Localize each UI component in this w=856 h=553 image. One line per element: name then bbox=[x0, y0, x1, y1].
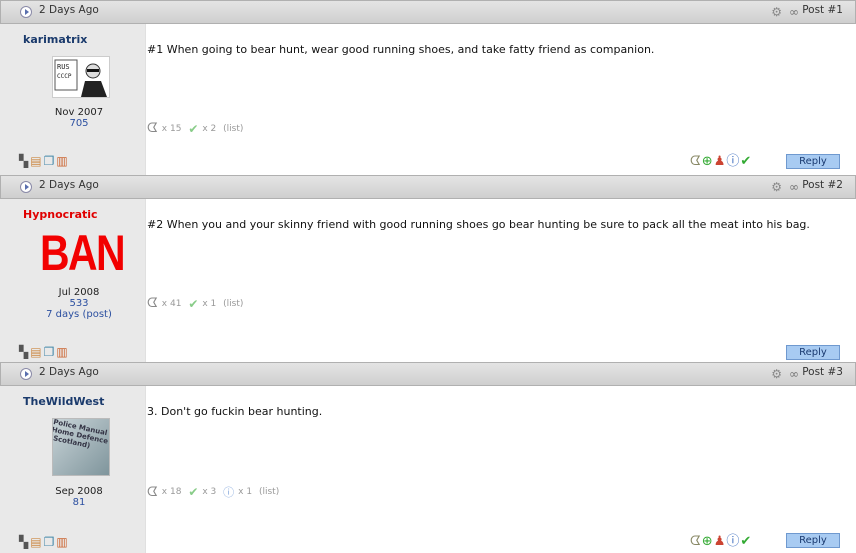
post-header: 2 Days Ago ⚙ ∞ Post #3 bbox=[0, 362, 856, 386]
reply-button[interactable]: Reply bbox=[786, 154, 840, 169]
ban-duration[interactable]: 7 days (post) bbox=[0, 309, 158, 320]
post-message: 3. Don't go fuckin bear hunting. bbox=[147, 405, 323, 418]
thanks-list-link[interactable]: (list) bbox=[223, 124, 243, 134]
avatar: BAN bbox=[40, 225, 126, 281]
footer-icons: ▚ ▤ ❐ ▥ bbox=[19, 346, 70, 358]
footer-icons: ▚ ▤ ❐ ▥ bbox=[19, 536, 70, 548]
post-number-link[interactable]: Post #3 bbox=[802, 366, 843, 378]
windows-icon[interactable]: ❐ bbox=[44, 535, 55, 549]
post-header: 2 Days Ago ⚙ ∞ Post #2 bbox=[0, 175, 856, 199]
user-info: Jul 2008 533 7 days (post) bbox=[0, 287, 158, 320]
post-count[interactable]: 705 bbox=[0, 118, 158, 129]
post-date: 2 Days Ago bbox=[39, 4, 99, 16]
post-actions: ᗧ⊕♟ⓘ✔ bbox=[690, 155, 752, 168]
thanks-bar: ᗧx 18 ✔ x 3 ⓘ x 1 (list) bbox=[147, 484, 283, 500]
ban-avatar-text: BAN bbox=[40, 225, 126, 281]
agree-count: x 2 bbox=[202, 123, 217, 134]
avatar: Police Manual Home Defence (Scotland) bbox=[52, 418, 110, 476]
post-3: 2 Days Ago ⚙ ∞ Post #3 TheWildWest Polic… bbox=[0, 362, 856, 553]
notes-icon[interactable]: ▥ bbox=[56, 345, 67, 359]
add-icon[interactable]: ⊕ bbox=[702, 534, 713, 549]
post-date: 2 Days Ago bbox=[39, 366, 99, 378]
post-message: #1 When going to bear hunt, wear good ru… bbox=[147, 43, 655, 56]
svg-text:CCCP: CCCP bbox=[57, 73, 72, 80]
post-number-link[interactable]: Post #2 bbox=[802, 179, 843, 191]
check-icon[interactable]: ✔ bbox=[740, 534, 751, 549]
thanks-bar: ᗧx 15 ✔ x 2 (list) bbox=[147, 121, 247, 136]
footer-icons: ▚ ▤ ❐ ▥ bbox=[19, 155, 70, 167]
agree-count: x 3 bbox=[202, 487, 217, 497]
profile-icon[interactable]: ▤ bbox=[30, 535, 41, 549]
info-count: x 1 bbox=[238, 487, 253, 497]
avatar: RUS CCCP bbox=[52, 56, 110, 98]
check-icon: ✔ bbox=[188, 121, 199, 136]
post-2: 2 Days Ago ⚙ ∞ Post #2 Hypnocratic BAN J… bbox=[0, 175, 856, 362]
link-icon[interactable]: ∞ bbox=[789, 6, 799, 18]
binoculars-icon[interactable]: ▚ bbox=[19, 154, 28, 168]
binoculars-icon[interactable]: ▚ bbox=[19, 535, 28, 549]
info-icon[interactable]: ⓘ bbox=[726, 154, 739, 169]
reply-button[interactable]: Reply bbox=[786, 533, 840, 548]
binoculars-icon[interactable]: ▚ bbox=[19, 345, 28, 359]
user-info: Sep 2008 81 bbox=[0, 486, 158, 508]
info-icon: ⓘ bbox=[223, 486, 235, 499]
windows-icon[interactable]: ❐ bbox=[44, 154, 55, 168]
pacman-thanks-icon[interactable]: ᗧ bbox=[690, 534, 701, 549]
post-header: 2 Days Ago ⚙ ∞ Post #1 bbox=[0, 0, 856, 24]
check-icon: ✔ bbox=[188, 485, 199, 499]
post-date: 2 Days Ago bbox=[39, 179, 99, 191]
thanks-count: x 41 bbox=[161, 298, 182, 309]
link-icon[interactable]: ∞ bbox=[789, 368, 799, 380]
pacman-thanks-icon[interactable]: ᗧ bbox=[690, 154, 701, 169]
post-count[interactable]: 81 bbox=[0, 497, 158, 508]
post-1: 2 Days Ago ⚙ ∞ Post #1 karimatrix RUS CC… bbox=[0, 0, 856, 175]
post-message: #2 When you and your skinny friend with … bbox=[147, 218, 810, 231]
post-number-link[interactable]: Post #1 bbox=[802, 4, 843, 16]
avatar-book-text: Police Manual Home Defence (Scotland) bbox=[52, 418, 109, 450]
link-icon[interactable]: ∞ bbox=[789, 181, 799, 193]
avatar-image: RUS CCCP bbox=[54, 59, 107, 97]
user-icon[interactable]: ♟ bbox=[714, 154, 726, 169]
pacman-icon: ᗧ bbox=[147, 121, 158, 136]
username-link[interactable]: TheWildWest bbox=[23, 395, 104, 408]
gear-icon[interactable]: ⚙ bbox=[771, 6, 782, 18]
reply-button[interactable]: Reply bbox=[786, 345, 840, 360]
info-icon[interactable]: ⓘ bbox=[726, 534, 739, 549]
username-link[interactable]: Hypnocratic bbox=[23, 208, 98, 221]
profile-icon[interactable]: ▤ bbox=[30, 345, 41, 359]
post-actions: ᗧ⊕♟ⓘ✔ bbox=[690, 535, 752, 548]
notes-icon[interactable]: ▥ bbox=[56, 154, 67, 168]
pacman-icon: ᗧ bbox=[147, 484, 158, 500]
username-link[interactable]: karimatrix bbox=[23, 33, 87, 46]
windows-icon[interactable]: ❐ bbox=[44, 345, 55, 359]
profile-icon[interactable]: ▤ bbox=[30, 154, 41, 168]
user-info: Nov 2007 705 bbox=[0, 107, 158, 129]
gear-icon[interactable]: ⚙ bbox=[771, 181, 782, 193]
notes-icon[interactable]: ▥ bbox=[56, 535, 67, 549]
check-icon[interactable]: ✔ bbox=[740, 154, 751, 169]
svg-text:RUS: RUS bbox=[57, 63, 70, 71]
join-date: Nov 2007 bbox=[54, 107, 104, 118]
thanks-bar: ᗧx 41 ✔ x 1 (list) bbox=[147, 296, 247, 311]
user-icon[interactable]: ♟ bbox=[714, 534, 726, 549]
thanks-count: x 15 bbox=[161, 123, 182, 134]
clock-icon bbox=[20, 6, 32, 18]
join-date: Jul 2008 bbox=[58, 287, 100, 298]
thanks-list-link[interactable]: (list) bbox=[259, 487, 279, 497]
add-icon[interactable]: ⊕ bbox=[702, 154, 713, 169]
clock-icon bbox=[20, 368, 32, 380]
clock-icon bbox=[20, 181, 32, 193]
thanks-list-link[interactable]: (list) bbox=[223, 299, 243, 309]
agree-count: x 1 bbox=[202, 298, 217, 309]
thanks-count: x 18 bbox=[161, 487, 182, 497]
pacman-icon: ᗧ bbox=[147, 296, 158, 311]
join-date: Sep 2008 bbox=[55, 486, 103, 497]
check-icon: ✔ bbox=[188, 296, 199, 311]
gear-icon[interactable]: ⚙ bbox=[771, 368, 782, 380]
post-count[interactable]: 533 bbox=[0, 298, 158, 309]
